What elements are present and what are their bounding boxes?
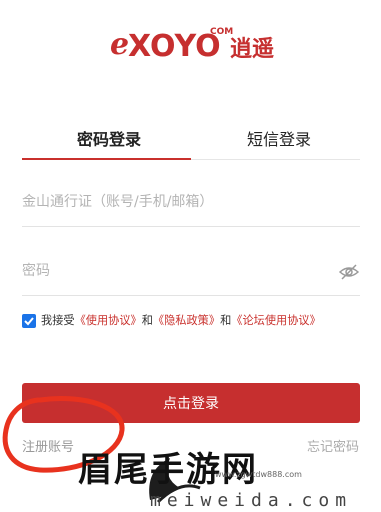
tab-sms-login[interactable]: 短信登录 [247,126,311,150]
svg-text:COM: COM [210,27,233,37]
active-tab-indicator [22,158,191,160]
login-tabs: 密码登录 短信登录 [22,112,360,160]
account-input[interactable] [22,182,312,222]
svg-text:XOYO: XOYO [128,29,221,64]
password-input[interactable] [22,251,312,291]
watermark-site: www.zgwtdw888.com [215,470,302,479]
agreement-row: 我接受《使用协议》和《隐私政策》和《论坛使用协议》 [22,313,367,331]
agreement-and-2: 和 [220,314,232,327]
terms-link[interactable]: 《使用协议》 [75,314,142,327]
privacy-link[interactable]: 《隐私政策》 [153,314,220,327]
svg-text:逍遥: 逍遥 [230,37,274,62]
agreement-and-1: 和 [141,314,153,327]
watermark-title: 眉尾手游网 [78,450,258,490]
agreement-text: 我接受《使用协议》和《隐私政策》和《论坛使用协议》 [41,313,321,329]
eye-hidden-icon[interactable] [338,261,360,283]
agreement-checkbox[interactable] [22,314,36,328]
checkmark-icon [24,317,34,326]
agreement-prefix: 我接受 [41,314,75,327]
account-field [22,182,360,227]
forum-terms-link[interactable]: 《论坛使用协议》 [231,314,321,327]
password-field [22,251,360,296]
xoyo-logo: e XOYO COM 逍遥 [110,20,280,68]
svg-text:e: e [110,27,129,62]
watermark-url: meiweida.com [150,490,353,511]
tab-password-login[interactable]: 密码登录 [77,126,141,150]
